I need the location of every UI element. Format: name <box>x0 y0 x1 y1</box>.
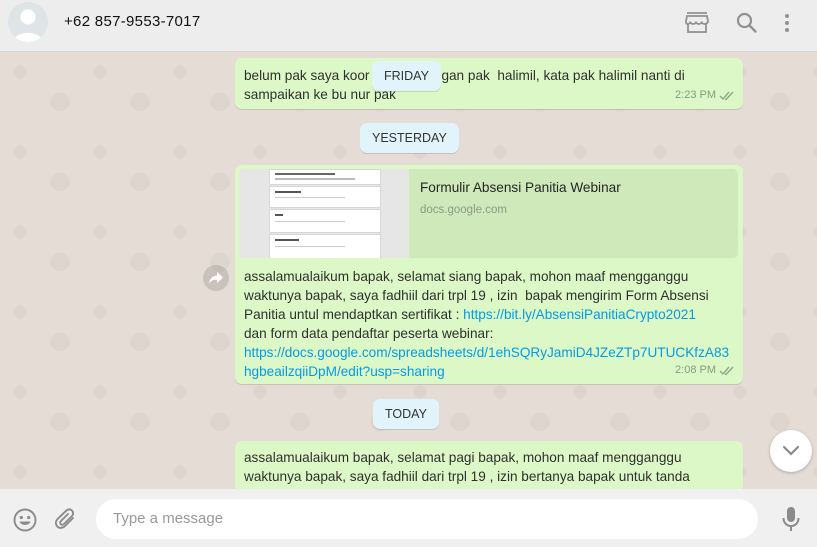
scroll-down-button[interactable] <box>770 430 812 472</box>
message-time: 2:08 PM <box>675 364 716 376</box>
double-check-icon <box>719 366 734 376</box>
date-separator-friday: FRIDAY <box>372 61 441 91</box>
spreadsheet-link[interactable]: https://docs.google.com/spreadsheets/d/1… <box>244 345 729 379</box>
message-body: assalamualaikum bapak, selamat siang bap… <box>235 261 743 381</box>
absensi-link[interactable]: https://bit.ly/AbsensiPanitiaCrypto2021 <box>463 307 696 322</box>
double-check-icon <box>719 91 734 101</box>
store-icon[interactable] <box>684 10 710 36</box>
date-separator-yesterday: YESTERDAY <box>360 123 459 153</box>
chevron-down-icon <box>782 445 800 456</box>
message-text: assalamualaikum bapak, selamat pagi bapa… <box>244 450 690 484</box>
composer-bar: Type a message <box>0 489 817 547</box>
message-input[interactable]: Type a message <box>96 499 758 539</box>
message-bubble-3[interactable]: assalamualaikum bapak, selamat pagi bapa… <box>235 441 743 489</box>
chat-area[interactable]: belum pak saya koor gan pak halimil, kata… <box>0 52 817 489</box>
mic-icon[interactable] <box>779 505 803 533</box>
avatar-icon[interactable] <box>8 2 48 42</box>
message-text: dan form data pendaftar peserta webinar: <box>244 326 494 341</box>
message-time: 2:23 PM <box>675 89 716 101</box>
contact-name[interactable]: +62 857-9553-7017 <box>64 13 200 30</box>
link-preview-title: Formulir Absensi Panitia Webinar <box>420 180 621 195</box>
search-icon[interactable] <box>734 10 760 36</box>
chat-header: +62 857-9553-7017 <box>0 0 817 52</box>
menu-icon[interactable] <box>774 10 800 36</box>
link-preview-thumbnail <box>239 169 409 258</box>
message-meta: 2:08 PM <box>675 361 735 380</box>
message-bubble-1[interactable]: belum pak saya koor gan pak halimil, kata… <box>235 58 743 109</box>
message-text: belum pak saya koor <box>244 68 370 83</box>
emoji-icon[interactable] <box>12 507 38 533</box>
date-separator-today: TODAY <box>373 399 439 429</box>
forward-icon[interactable] <box>203 265 229 291</box>
link-preview[interactable]: Formulir Absensi Panitia Webinar docs.go… <box>239 169 738 258</box>
attach-icon[interactable] <box>53 507 79 533</box>
message-bubble-2[interactable]: Formulir Absensi Panitia Webinar docs.go… <box>235 165 743 384</box>
link-preview-domain: docs.google.com <box>420 204 507 216</box>
message-meta: 2:23 PM <box>675 86 735 105</box>
